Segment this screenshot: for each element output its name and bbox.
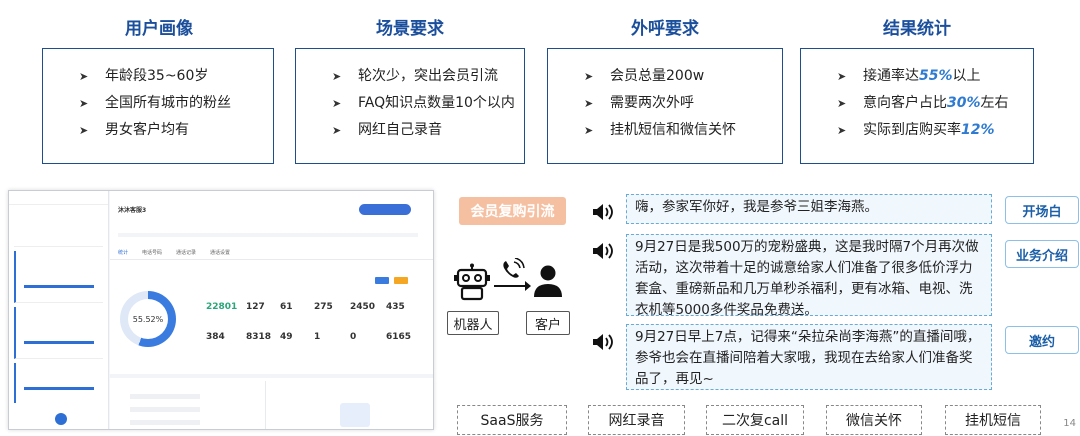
scene-box: ➤ 轮次少，突出会员引流 ➤ FAQ知识点数量10个以内 ➤ 网红自己录音 (295, 48, 525, 164)
speaker-icon (593, 204, 613, 220)
robot-label: 机器人 (447, 311, 499, 335)
tab-records[interactable]: 通话记录 (176, 249, 196, 256)
results-box: ➤ 接通率达 55% 以上 ➤ 意向客户占比 30% 左右 ➤ 实际到店购买率 12% (800, 48, 1034, 164)
list-item: ➤ 实际到店购买率 12% (837, 117, 1033, 144)
stat-value: 384 (206, 332, 225, 342)
section-title-results: 结果统计 (883, 19, 951, 39)
list-item: ➤ 接通率达 55% 以上 (837, 63, 1033, 90)
member-repurchase-button[interactable]: 会员复购引流 (459, 197, 566, 225)
tab-bar: 统计 电话号码 通话记录 通话设置 (118, 249, 230, 256)
stat-value: 49 (280, 332, 293, 342)
stat-value: 8318 (246, 332, 272, 342)
stat-value: 2450 (350, 302, 376, 312)
persona-box: ➤ 年龄段35~60岁 ➤ 全国所有城市的粉丝 ➤ 男女客户均有 (42, 48, 274, 164)
section-title-scene: 场景要求 (376, 19, 444, 39)
arrow-icon: ➤ (584, 97, 594, 110)
tag-opening: 开场白 (1005, 196, 1079, 224)
list-item: ➤ 会员总量200w (584, 63, 782, 90)
arrow-icon: ➤ (79, 70, 89, 83)
bottom-tag-wechat: 微信关怀 (826, 405, 922, 435)
arrow-icon: ➤ (584, 70, 594, 83)
donut-chart: 55.52% (120, 291, 176, 347)
bottom-tag-sms: 挂机短信 (945, 405, 1041, 435)
arrow-icon: ➤ (837, 124, 847, 137)
list-item: ➤ 男女客户均有 (79, 117, 273, 144)
stat-value: 6165 (386, 332, 412, 342)
list-item: ➤ 意向客户占比 30% 左右 (837, 90, 1033, 117)
robot-icon (454, 263, 490, 301)
tab-settings[interactable]: 通话设置 (210, 249, 230, 256)
arrow-icon: ➤ (837, 70, 847, 83)
stat-value: 61 (280, 302, 293, 312)
list-item: ➤ 全国所有城市的粉丝 (79, 90, 273, 117)
list-item: ➤ 挂机短信和微信关怀 (584, 117, 782, 144)
stat-value: 22801 (206, 302, 238, 312)
stat-value: 0 (350, 332, 357, 342)
arrow-icon: ➤ (79, 97, 89, 110)
speaker-icon (593, 243, 613, 259)
arrow-icon: ➤ (332, 70, 342, 83)
tag-business: 业务介绍 (1005, 240, 1079, 268)
dialog-business: 9月27日是我500万的宠粉盛典，这是我时隔7个月再次做活动，这次带着十足的诚意… (626, 234, 992, 318)
list-item: ➤ FAQ知识点数量10个以内 (332, 90, 524, 117)
tab-stats[interactable]: 统计 (118, 249, 128, 256)
page-number: 14 (1063, 418, 1076, 429)
stats-row-1: 22801 127 61 275 2450 435 (206, 302, 416, 312)
arrow-icon: ➤ (79, 124, 89, 137)
bottom-tag-recall: 二次复call (706, 405, 804, 435)
bottom-tag-saas: SaaS服务 (457, 405, 567, 435)
bottom-tag-recording: 网红录音 (588, 405, 685, 435)
customer-label: 客户 (526, 311, 570, 335)
speaker-icon (593, 334, 613, 350)
list-item: ➤ 轮次少，突出会员引流 (332, 63, 524, 90)
dashboard-screenshot: 沐沐客服3 统计 电话号码 通话记录 通话设置 55.52% 22801 127… (8, 190, 434, 430)
arrow-icon: ➤ (332, 97, 342, 110)
stat-value: 127 (246, 302, 265, 312)
phone-call-arrow-icon (494, 258, 531, 291)
stat-value: 1 (314, 332, 321, 342)
ai-badge[interactable] (359, 204, 411, 215)
dialog-opening: 嗨，参家军你好，我是参爷三姐李海燕。 (626, 194, 992, 224)
arrow-icon: ➤ (837, 97, 847, 110)
dialog-invite: 9月27日早上7点，记得来“朵拉朵尚李海燕”的直播间哦，参爷也会在直播间陪着大家… (626, 324, 992, 390)
list-item: ➤ 网红自己录音 (332, 117, 524, 144)
section-title-outbound: 外呼要求 (631, 19, 699, 39)
tab-phone[interactable]: 电话号码 (142, 249, 162, 256)
donut-percent: 55.52% (132, 314, 164, 324)
task-list-panel (9, 191, 109, 429)
stat-value: 275 (314, 302, 333, 312)
tag-invite: 邀约 (1005, 326, 1079, 354)
arrow-icon: ➤ (584, 124, 594, 137)
arrow-icon: ➤ (332, 124, 342, 137)
section-title-persona: 用户画像 (125, 19, 193, 39)
dashboard-title: 沐沐客服3 (118, 207, 147, 214)
list-item: ➤ 需要两次外呼 (584, 90, 782, 117)
dashboard-main: 沐沐客服3 统计 电话号码 通话记录 通话设置 55.52% 22801 127… (110, 191, 433, 429)
stat-value: 435 (386, 302, 405, 312)
outbound-box: ➤ 会员总量200w ➤ 需要两次外呼 ➤ 挂机短信和微信关怀 (547, 48, 783, 164)
list-item: ➤ 年龄段35~60岁 (79, 63, 273, 90)
customer-icon (534, 265, 562, 297)
stats-row-2: 384 8318 49 1 0 6165 (206, 332, 416, 342)
